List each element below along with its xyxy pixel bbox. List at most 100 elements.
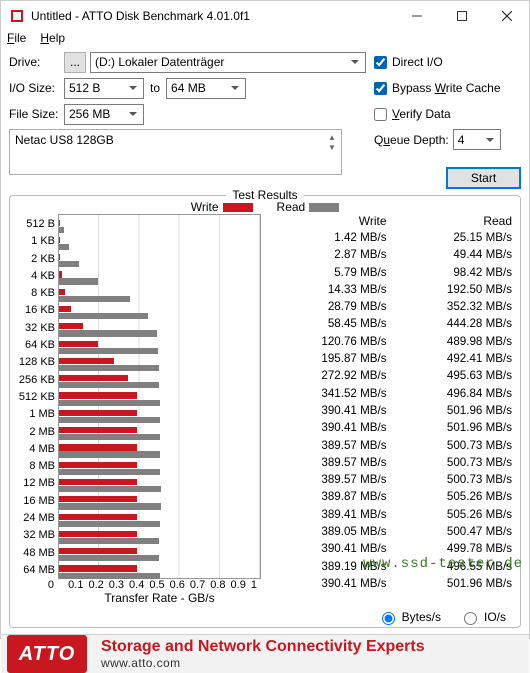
- footer-tagline: Storage and Network Connectivity Experts: [101, 638, 425, 656]
- results-title: Test Results: [226, 188, 303, 202]
- write-value: 389.05 MB/s: [263, 525, 389, 542]
- y-label: 32 KB: [16, 320, 55, 337]
- direct-io-input[interactable]: [374, 56, 387, 69]
- write-value: 389.19 MB/s: [263, 560, 389, 577]
- y-label: 64 KB: [16, 337, 55, 354]
- menu-help[interactable]: Help: [40, 31, 65, 45]
- bar-read: [59, 382, 159, 388]
- y-label: 12 MB: [16, 475, 55, 492]
- units-selector: Bytes/s IO/s: [16, 607, 514, 625]
- chart-plot: [58, 214, 261, 579]
- legend-write-label: Write: [191, 200, 219, 214]
- write-value: 120.76 MB/s: [263, 335, 389, 352]
- description-input[interactable]: Netac US8 128GB ▲▼: [9, 129, 342, 175]
- chart-legend: Write Read: [16, 200, 514, 214]
- bar-write: [59, 462, 137, 468]
- legend-read-label: Read: [277, 200, 306, 214]
- read-value: 501.96 MB/s: [389, 577, 515, 594]
- bar-read: [59, 227, 64, 233]
- close-button[interactable]: [484, 1, 529, 31]
- x-tick: 0.3: [109, 579, 129, 591]
- minimize-button[interactable]: [394, 1, 439, 31]
- description-text: Netac US8 128GB: [15, 133, 114, 147]
- bar-read: [59, 278, 98, 284]
- verify-data-input[interactable]: [374, 108, 387, 121]
- read-value: 501.96 MB/s: [389, 404, 515, 421]
- write-value: 389.57 MB/s: [263, 456, 389, 473]
- x-tick: 0.1: [68, 579, 88, 591]
- bar-write: [59, 306, 71, 312]
- write-value: 1.42 MB/s: [263, 231, 389, 248]
- footer: ATTO Storage and Network Connectivity Ex…: [1, 634, 529, 673]
- x-tick: 0: [48, 579, 68, 591]
- io-size-from-select[interactable]: 512 B: [64, 78, 144, 99]
- bar-read: [59, 417, 160, 423]
- bar-row: [59, 287, 260, 304]
- y-label: 4 KB: [16, 268, 55, 285]
- queue-depth-select[interactable]: 4: [453, 129, 501, 150]
- direct-io-checkbox[interactable]: Direct I/O: [374, 51, 521, 73]
- direct-io-label: Direct I/O: [392, 55, 443, 69]
- write-value: 390.41 MB/s: [263, 404, 389, 421]
- bar-row: [59, 322, 260, 339]
- chart: 512 B1 KB2 KB4 KB8 KB16 KB32 KB64 KB128 …: [16, 214, 261, 607]
- x-tick: 0.5: [149, 579, 169, 591]
- write-value: 389.87 MB/s: [263, 490, 389, 507]
- bar-write: [59, 427, 137, 433]
- maximize-button[interactable]: [439, 1, 484, 31]
- bypass-cache-input[interactable]: [374, 82, 387, 95]
- browse-drive-button[interactable]: ...: [64, 52, 86, 73]
- window-title: Untitled - ATTO Disk Benchmark 4.01.0f1: [31, 9, 394, 23]
- bar-row: [59, 443, 260, 460]
- atto-logo: ATTO: [7, 635, 87, 673]
- read-value: 495.63 MB/s: [389, 369, 515, 386]
- bar-read: [59, 400, 160, 406]
- start-button[interactable]: Start: [446, 167, 521, 189]
- units-bytes-radio[interactable]: Bytes/s: [377, 609, 441, 625]
- app-icon: [9, 8, 25, 24]
- read-value: 98.42 MB/s: [389, 266, 515, 283]
- bar-row: [59, 477, 260, 494]
- verify-data-checkbox[interactable]: Verify Data: [374, 103, 521, 125]
- legend-write-swatch: [223, 203, 253, 212]
- read-value: 496.84 MB/s: [389, 387, 515, 404]
- bar-write: [59, 496, 137, 502]
- bypass-cache-checkbox[interactable]: Bypass Write Cache: [374, 77, 521, 99]
- queue-depth-value: 4: [458, 133, 465, 147]
- write-value: 390.41 MB/s: [263, 577, 389, 594]
- drive-select[interactable]: (D:) Lokaler Datenträger: [90, 52, 366, 73]
- bar-row: [59, 391, 260, 408]
- write-value: 341.52 MB/s: [263, 387, 389, 404]
- y-label: 2 MB: [16, 424, 55, 441]
- file-size-select[interactable]: 256 MB: [64, 104, 144, 125]
- io-size-to-select[interactable]: 64 MB: [166, 78, 246, 99]
- titlebar: Untitled - ATTO Disk Benchmark 4.01.0f1: [1, 1, 529, 31]
- bar-write: [59, 514, 137, 520]
- bar-read: [59, 313, 148, 319]
- read-value: 496.55 MB/s: [389, 560, 515, 577]
- bar-read: [59, 296, 130, 302]
- x-tick: 0.9: [231, 579, 251, 591]
- app-window: Untitled - ATTO Disk Benchmark 4.01.0f1 …: [0, 0, 530, 639]
- bar-read: [59, 365, 159, 371]
- bar-write: [59, 375, 128, 381]
- bar-write: [59, 531, 137, 537]
- read-value: 25.15 MB/s: [389, 231, 515, 248]
- col-write-header: Write: [263, 214, 389, 231]
- bar-row: [59, 235, 260, 252]
- menu-file[interactable]: File: [7, 31, 26, 45]
- bar-write: [59, 444, 137, 450]
- results-table: Write 1.42 MB/s2.87 MB/s5.79 MB/s14.33 M…: [261, 214, 514, 607]
- bar-write: [59, 392, 137, 398]
- x-tick: 0.2: [88, 579, 108, 591]
- units-ios-radio[interactable]: IO/s: [459, 609, 506, 625]
- y-label: 512 B: [16, 216, 55, 233]
- bar-write: [59, 548, 137, 554]
- bar-row: [59, 547, 260, 564]
- bar-row: [59, 374, 260, 391]
- read-value: 501.96 MB/s: [389, 421, 515, 438]
- bar-row: [59, 253, 260, 270]
- read-value: 444.28 MB/s: [389, 317, 515, 334]
- read-value: 49.44 MB/s: [389, 248, 515, 265]
- description-spinner[interactable]: ▲▼: [325, 132, 339, 152]
